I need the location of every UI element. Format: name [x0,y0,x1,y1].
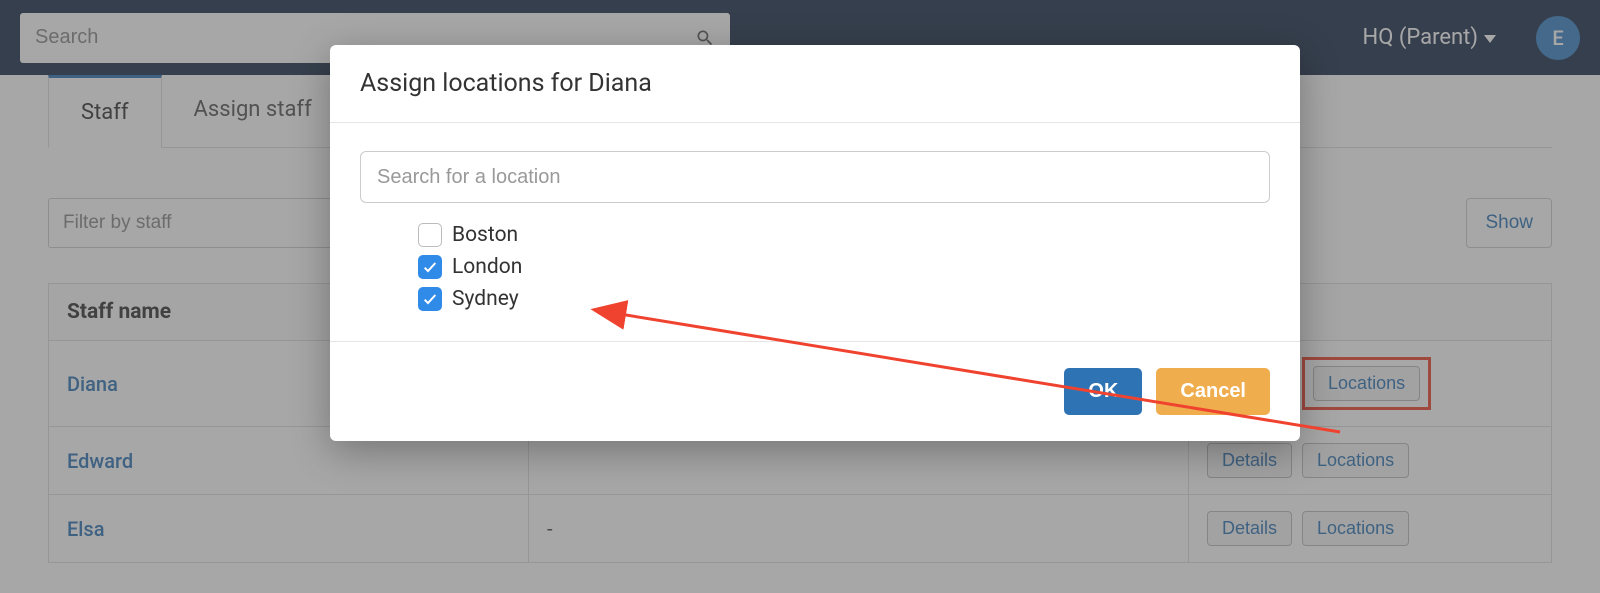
modal-title: Assign locations for Diana [330,45,1300,123]
ok-button[interactable]: OK [1064,368,1142,415]
cancel-button[interactable]: Cancel [1156,368,1270,415]
location-label: Sydney [452,287,519,311]
assign-locations-modal: Assign locations for Diana Boston London S… [330,45,1300,441]
location-search-input[interactable] [360,151,1270,203]
location-label: Boston [452,223,518,247]
checkbox[interactable] [418,255,442,279]
location-item[interactable]: Boston [418,223,1270,247]
location-item[interactable]: London [418,255,1270,279]
location-list: Boston London Sydney [360,223,1270,311]
location-label: London [452,255,522,279]
checkbox[interactable] [418,287,442,311]
location-item[interactable]: Sydney [418,287,1270,311]
checkbox[interactable] [418,223,442,247]
